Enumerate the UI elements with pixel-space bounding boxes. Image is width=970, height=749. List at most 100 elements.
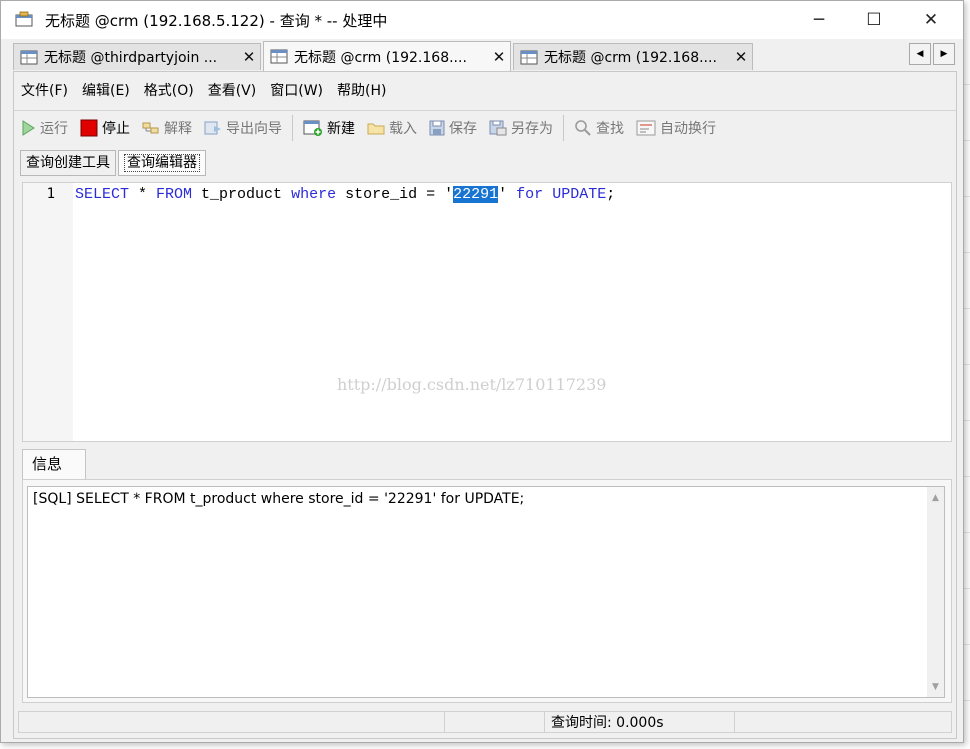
tab-query-builder[interactable]: 查询创建工具 bbox=[20, 150, 116, 176]
vertical-scrollbar[interactable]: ▲ ▼ bbox=[927, 487, 944, 697]
export-icon bbox=[204, 121, 221, 135]
find-button[interactable]: 查找 bbox=[568, 114, 630, 142]
save-label: 保存 bbox=[449, 121, 477, 137]
word-wrap-icon bbox=[636, 120, 656, 136]
menu-bar: 文件(F) 编辑(E) 格式(O) 查看(V) 窗口(W) 帮助(H) bbox=[14, 78, 393, 104]
search-icon bbox=[575, 120, 591, 136]
sql-code-line[interactable]: SELECT * FROM t_product where store_id =… bbox=[75, 186, 615, 203]
status-cell bbox=[444, 711, 544, 733]
tab-info[interactable]: 信息 bbox=[22, 449, 86, 479]
play-icon bbox=[22, 120, 35, 136]
query-window: 无标题 @crm (192.168.5.122) - 查询 * -- 处理中 ─… bbox=[0, 0, 964, 743]
app-icon bbox=[15, 11, 33, 27]
maximize-icon: ☐ bbox=[866, 10, 882, 30]
export-wizard-button[interactable]: 导出向导 bbox=[198, 114, 288, 142]
keyword-for: for bbox=[516, 186, 544, 203]
table-icon bbox=[20, 50, 38, 64]
keyword-where: where bbox=[291, 186, 337, 203]
new-label: 新建 bbox=[327, 121, 355, 137]
menu-edit[interactable]: 编辑(E) bbox=[75, 78, 137, 104]
query-content: 文件(F) 编辑(E) 格式(O) 查看(V) 窗口(W) 帮助(H) 运行 停… bbox=[13, 71, 957, 739]
save-as-button[interactable]: 另存为 bbox=[483, 114, 559, 142]
tab-crm[interactable]: 无标题 @crm (192.168.... ✕ bbox=[513, 43, 753, 70]
toolbar-separator bbox=[292, 115, 293, 141]
tab-query-builder-label: 查询创建工具 bbox=[26, 155, 110, 171]
info-panel: [SQL] SELECT * FROM t_product where stor… bbox=[22, 479, 952, 703]
menu-help[interactable]: 帮助(H) bbox=[330, 78, 393, 104]
line-gutter: 1 bbox=[23, 183, 73, 441]
tab-thirdpartyjoin[interactable]: 无标题 @thirdpartyjoin ... ✕ bbox=[13, 43, 261, 70]
message-box[interactable]: [SQL] SELECT * FROM t_product where stor… bbox=[27, 486, 945, 698]
find-label: 查找 bbox=[596, 121, 624, 137]
tab-label: 无标题 @crm (192.168.... bbox=[544, 50, 717, 66]
load-label: 载入 bbox=[389, 121, 417, 137]
keyword-select: SELECT bbox=[75, 186, 130, 203]
code-text: ' bbox=[498, 186, 517, 203]
maximize-button[interactable]: ☐ bbox=[844, 1, 904, 39]
sql-editor[interactable]: 1 SELECT * FROM t_product where store_id… bbox=[22, 182, 952, 442]
minimize-button[interactable]: ─ bbox=[789, 1, 849, 39]
keyword-from: FROM bbox=[156, 186, 193, 203]
stop-label: 停止 bbox=[102, 121, 130, 137]
save-button[interactable]: 保存 bbox=[423, 114, 483, 142]
explain-label: 解释 bbox=[164, 121, 192, 137]
word-wrap-label: 自动换行 bbox=[660, 121, 716, 137]
explain-button[interactable]: 解释 bbox=[136, 114, 198, 142]
query-mode-tabs: 查询创建工具 查询编辑器 bbox=[20, 150, 208, 176]
new-button[interactable]: 新建 bbox=[297, 114, 361, 142]
code-text: ; bbox=[606, 186, 616, 203]
tab-crm-active[interactable]: 无标题 @crm (192.168.... ✕ bbox=[263, 41, 511, 71]
title-bar[interactable]: 无标题 @crm (192.168.5.122) - 查询 * -- 处理中 ─… bbox=[1, 1, 963, 39]
code-text: t_product bbox=[192, 186, 292, 203]
minimize-icon: ─ bbox=[813, 10, 825, 30]
tab-close-icon[interactable]: ✕ bbox=[488, 48, 510, 66]
folder-icon bbox=[367, 123, 385, 135]
keyword-update: UPDATE bbox=[552, 186, 607, 203]
menu-format[interactable]: 格式(O) bbox=[137, 78, 201, 104]
tab-close-icon[interactable]: ✕ bbox=[238, 48, 260, 66]
status-cell bbox=[18, 711, 444, 733]
table-icon bbox=[270, 49, 288, 64]
scroll-down-icon[interactable]: ▼ bbox=[927, 678, 944, 695]
tab-label: 无标题 @thirdpartyjoin ... bbox=[44, 50, 218, 66]
code-text: store_id = ' bbox=[336, 186, 454, 203]
tab-scroll-right-button[interactable]: ▶ bbox=[933, 43, 955, 65]
document-tabs: 无标题 @thirdpartyjoin ... ✕ 无标题 @crm (192.… bbox=[13, 41, 955, 71]
table-icon bbox=[520, 50, 538, 64]
menu-window[interactable]: 窗口(W) bbox=[263, 78, 330, 104]
chevron-right-icon: ▶ bbox=[940, 49, 948, 59]
tab-label: 无标题 @crm (192.168.... bbox=[294, 49, 467, 66]
line-number: 1 bbox=[46, 186, 55, 202]
run-label: 运行 bbox=[40, 121, 68, 137]
export-wizard-label: 导出向导 bbox=[226, 121, 282, 137]
new-query-icon bbox=[303, 120, 322, 136]
window-title: 无标题 @crm (192.168.5.122) - 查询 * -- 处理中 bbox=[45, 12, 388, 30]
watermark: http://blog.csdn.net/lz710117239 bbox=[337, 375, 607, 394]
load-button[interactable]: 载入 bbox=[361, 114, 423, 142]
stop-button[interactable]: 停止 bbox=[74, 114, 136, 142]
toolbar-separator bbox=[563, 115, 564, 141]
toolbar: 运行 停止 解释 导出向导 新建 载入 保存 另存为 查找 自动换行 bbox=[14, 110, 956, 145]
tab-close-icon[interactable]: ✕ bbox=[730, 48, 752, 66]
close-icon: ✕ bbox=[923, 10, 939, 30]
status-bar: 查询时间: 0.000s bbox=[18, 711, 952, 735]
info-message: [SQL] SELECT * FROM t_product where stor… bbox=[33, 491, 525, 507]
status-cell bbox=[734, 711, 952, 733]
stop-icon bbox=[80, 119, 98, 137]
selected-text: 22291 bbox=[453, 186, 499, 203]
menu-file[interactable]: 文件(F) bbox=[14, 78, 75, 104]
status-query-time: 查询时间: 0.000s bbox=[544, 711, 734, 733]
close-button[interactable]: ✕ bbox=[901, 1, 961, 39]
save-as-label: 另存为 bbox=[511, 121, 553, 137]
tab-scroll-left-button[interactable]: ◀ bbox=[909, 43, 931, 65]
chevron-left-icon: ◀ bbox=[916, 49, 924, 59]
save-icon bbox=[429, 120, 445, 136]
scroll-up-icon[interactable]: ▲ bbox=[927, 489, 944, 506]
tab-query-editor[interactable]: 查询编辑器 bbox=[118, 150, 206, 176]
menu-view[interactable]: 查看(V) bbox=[201, 78, 264, 104]
explain-icon bbox=[142, 122, 159, 134]
run-button[interactable]: 运行 bbox=[14, 114, 74, 142]
word-wrap-button[interactable]: 自动换行 bbox=[630, 114, 722, 142]
tab-query-editor-label: 查询编辑器 bbox=[124, 154, 200, 172]
